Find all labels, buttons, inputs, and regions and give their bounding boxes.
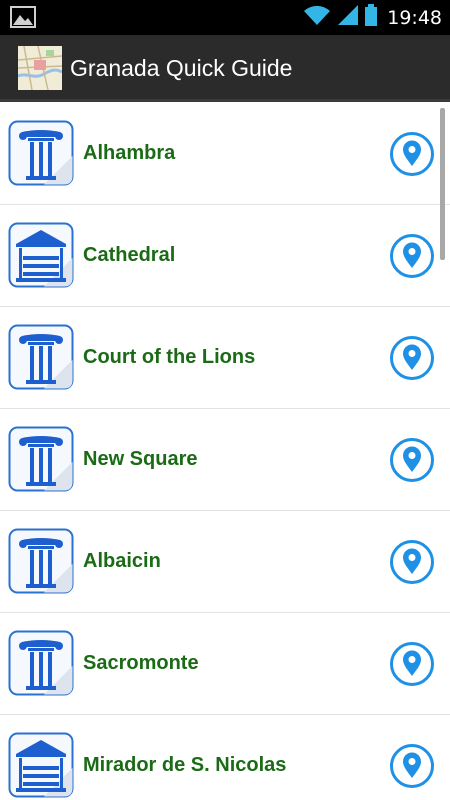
app-title: Granada Quick Guide <box>70 55 293 81</box>
temple-icon <box>8 222 74 288</box>
list-item-place[interactable]: Mirador de S. Nicolas <box>0 715 450 800</box>
map-pin-button[interactable] <box>389 131 435 177</box>
map-pin-button[interactable] <box>389 539 435 585</box>
temple-icon <box>8 732 74 798</box>
status-bar: 19:48 <box>0 0 450 35</box>
place-name: Sacromonte <box>83 652 199 674</box>
column-icon <box>8 120 74 186</box>
places-list[interactable]: Alhambra Cathedral Court of the Lions Ne… <box>0 103 450 800</box>
list-scrollbar[interactable] <box>440 108 445 260</box>
app-map-icon[interactable] <box>17 45 63 91</box>
gallery-notification-icon <box>10 6 36 33</box>
place-name: Court of the Lions <box>83 346 256 368</box>
place-name: Alhambra <box>83 142 176 164</box>
wifi-icon <box>303 4 331 31</box>
list-item-place[interactable]: Albaicin <box>0 511 450 613</box>
list-item-place[interactable]: New Square <box>0 409 450 511</box>
map-pin-button[interactable] <box>389 437 435 483</box>
column-icon <box>8 528 74 594</box>
map-pin-button[interactable] <box>389 743 435 789</box>
list-item-place[interactable]: Cathedral <box>0 205 450 307</box>
place-name: Mirador de S. Nicolas <box>83 754 287 776</box>
signal-icon <box>337 4 359 31</box>
map-pin-button[interactable] <box>389 233 435 279</box>
list-item-place[interactable]: Alhambra <box>0 103 450 205</box>
status-time: 19:48 <box>387 6 442 29</box>
column-icon <box>8 630 74 696</box>
place-name: Albaicin <box>83 550 161 572</box>
map-pin-button[interactable] <box>389 641 435 687</box>
map-pin-button[interactable] <box>389 335 435 381</box>
column-icon <box>8 324 74 390</box>
battery-icon <box>365 4 378 31</box>
place-name: New Square <box>83 448 198 470</box>
column-icon <box>8 426 74 492</box>
place-name: Cathedral <box>83 244 176 266</box>
action-bar: Granada Quick Guide <box>0 35 450 102</box>
list-item-place[interactable]: Court of the Lions <box>0 307 450 409</box>
list-item-place[interactable]: Sacromonte <box>0 613 450 715</box>
